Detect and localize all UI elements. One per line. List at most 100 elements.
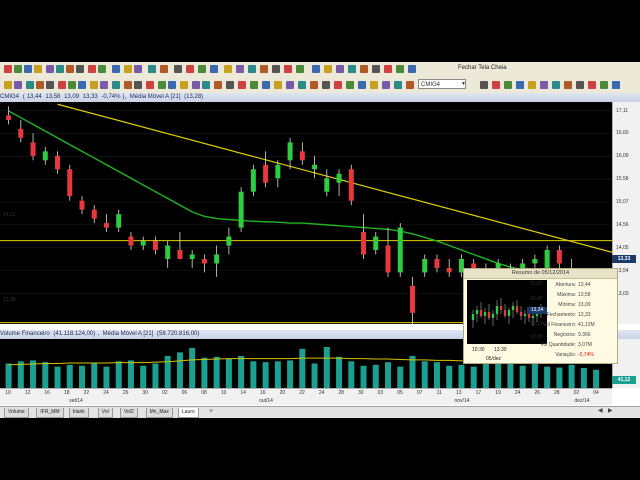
drawing-tool-icon[interactable] — [238, 81, 246, 89]
drawing-tool-icon[interactable] — [564, 81, 572, 89]
drawing-tool-icon[interactable] — [358, 81, 366, 89]
volume-bar — [433, 362, 440, 388]
toolbar-tool-icon[interactable] — [24, 65, 32, 73]
toolbar-tool-icon[interactable] — [76, 65, 84, 73]
tab-scroll-left-icon[interactable]: ◀ — [598, 407, 603, 414]
toolbar-tool-icon[interactable] — [312, 65, 320, 73]
add-tab-icon[interactable]: + — [209, 408, 213, 415]
drawing-tool-icon[interactable] — [504, 81, 512, 89]
toolbar-tool-icon[interactable] — [198, 65, 206, 73]
toolbar-tool-icon[interactable] — [224, 65, 232, 73]
drawing-tool-icon[interactable] — [588, 81, 596, 89]
drawing-tool-icon[interactable] — [90, 81, 98, 89]
drawing-tool-icon[interactable] — [134, 81, 142, 89]
toolbar-tool-icon[interactable] — [296, 65, 304, 73]
tab-lauro[interactable]: Lauro — [178, 408, 199, 418]
tab-vol[interactable]: Vol — [97, 408, 113, 418]
ticker-dropdown-icon[interactable]: ▼ — [461, 81, 466, 87]
drawing-tool-icon[interactable] — [334, 81, 342, 89]
drawing-tool-icon[interactable] — [612, 81, 620, 89]
drawing-tool-icon[interactable] — [406, 81, 414, 89]
toolbar-tool-icon[interactable] — [360, 65, 368, 73]
drawing-tool-icon[interactable] — [78, 81, 86, 89]
tab-ifr-mm[interactable]: IFR_MM — [36, 408, 64, 418]
drawing-tool-icon[interactable] — [226, 81, 234, 89]
tab-scroll-right-icon[interactable]: ▶ — [608, 407, 613, 414]
toolbar-tool-icon[interactable] — [186, 65, 194, 73]
toolbar-tool-icon[interactable] — [210, 65, 218, 73]
toolbar-tool-icon[interactable] — [272, 65, 280, 73]
drawing-tool-icon[interactable] — [214, 81, 222, 89]
drawing-tool-icon[interactable] — [14, 81, 22, 89]
toolbar-tool-icon[interactable] — [336, 65, 344, 73]
toolbar-tool-icon[interactable] — [260, 65, 268, 73]
toolbar-tool-icon[interactable] — [174, 65, 182, 73]
toolbar-tool-icon[interactable] — [348, 65, 356, 73]
toolbar-tool-icon[interactable] — [46, 65, 54, 73]
drawing-tool-icon[interactable] — [540, 81, 548, 89]
toolbar-tool-icon[interactable] — [284, 65, 292, 73]
volume-bar — [372, 364, 379, 388]
toolbar-tool-icon[interactable] — [66, 65, 74, 73]
drawing-tool-icon[interactable] — [146, 81, 154, 89]
tab-blank[interactable]: blank — [68, 408, 89, 418]
drawing-tool-icon[interactable] — [202, 81, 210, 89]
drawing-tool-icon[interactable] — [100, 81, 108, 89]
drawing-tool-icon[interactable] — [250, 81, 258, 89]
drawing-tool-icon[interactable] — [382, 81, 390, 89]
toolbar-tool-icon[interactable] — [324, 65, 332, 73]
toolbar-tool-icon[interactable] — [14, 65, 22, 73]
toolbar-tool-icon[interactable] — [148, 65, 156, 73]
drawing-tool-icon[interactable] — [158, 81, 166, 89]
drawing-tool-icon[interactable] — [516, 81, 524, 89]
toolbar-tool-icon[interactable] — [4, 65, 12, 73]
drawing-tool-icon[interactable] — [192, 81, 200, 89]
drawing-tool-icon[interactable] — [576, 81, 584, 89]
drawing-tool-icon[interactable] — [370, 81, 378, 89]
drawing-tool-icon[interactable] — [298, 81, 306, 89]
drawing-tool-icon[interactable] — [492, 81, 500, 89]
toolbar-tool-icon[interactable] — [160, 65, 168, 73]
toolbar-tool-icon[interactable] — [248, 65, 256, 73]
drawing-tool-icon[interactable] — [262, 81, 270, 89]
toolbar-tool-icon[interactable] — [396, 65, 404, 73]
drawing-tool-icon[interactable] — [46, 81, 54, 89]
drawing-tool-icon[interactable] — [322, 81, 330, 89]
tab-volume[interactable]: Volume — [4, 408, 29, 418]
drawing-tool-icon[interactable] — [36, 81, 44, 89]
drawing-tool-icon[interactable] — [552, 81, 560, 89]
candle-body — [250, 169, 256, 192]
toolbar-tool-icon[interactable] — [384, 65, 392, 73]
drawing-tool-icon[interactable] — [26, 81, 34, 89]
toolbar-tool-icon[interactable] — [134, 65, 142, 73]
drawing-tool-icon[interactable] — [180, 81, 188, 89]
drawing-tool-icon[interactable] — [394, 81, 402, 89]
drawing-tool-icon[interactable] — [112, 81, 120, 89]
drawing-tool-icon[interactable] — [168, 81, 176, 89]
drawing-tool-icon[interactable] — [68, 81, 76, 89]
tab-vol2[interactable]: Vol2 — [120, 408, 138, 418]
toolbar-tool-icon[interactable] — [236, 65, 244, 73]
drawing-tool-icon[interactable] — [58, 81, 66, 89]
fullscreen-toggle[interactable]: Fechar Tela Cheia — [458, 65, 507, 71]
drawing-tool-icon[interactable] — [286, 81, 294, 89]
drawing-tool-icon[interactable] — [528, 81, 536, 89]
drawing-tool-icon[interactable] — [346, 81, 354, 89]
toolbar-tool-icon[interactable] — [88, 65, 96, 73]
ticker-input[interactable]: CMIG4 — [418, 79, 466, 89]
toolbar-tool-icon[interactable] — [408, 65, 416, 73]
tab-mn-max[interactable]: Mn_Max — [145, 408, 173, 418]
toolbar-tool-icon[interactable] — [112, 65, 120, 73]
drawing-tool-icon[interactable] — [124, 81, 132, 89]
drawing-tool-icon[interactable] — [274, 81, 282, 89]
drawing-tool-icon[interactable] — [600, 81, 608, 89]
toolbar-tool-icon[interactable] — [372, 65, 380, 73]
drawing-tool-icon[interactable] — [310, 81, 318, 89]
toolbar-tool-icon[interactable] — [56, 65, 64, 73]
toolbar-tool-icon[interactable] — [34, 65, 42, 73]
drawing-tool-icon[interactable] — [4, 81, 12, 89]
drawing-tool-icon[interactable] — [480, 81, 488, 89]
volume-bar — [17, 361, 24, 388]
toolbar-tool-icon[interactable] — [98, 65, 106, 73]
toolbar-tool-icon[interactable] — [124, 65, 132, 73]
